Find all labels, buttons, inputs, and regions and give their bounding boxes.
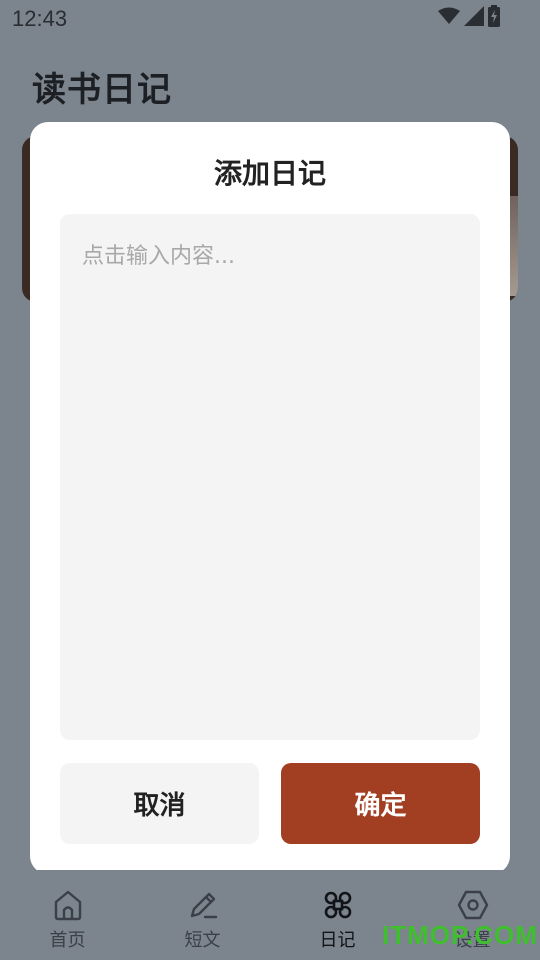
dialog-title: 添加日记 <box>213 157 326 190</box>
home-icon <box>51 888 85 922</box>
cancel-button[interactable]: 取消 <box>60 763 259 844</box>
nav-item-essay[interactable]: 短文 <box>135 870 270 960</box>
wifi-icon <box>438 7 460 29</box>
pencil-icon <box>186 888 220 922</box>
signal-icon <box>464 6 484 30</box>
add-diary-dialog: 添加日记 取消 确定 <box>30 122 510 874</box>
status-bar: 12:43 <box>0 0 540 36</box>
nav-item-home[interactable]: 首页 <box>0 870 135 960</box>
battery-icon <box>488 5 500 31</box>
nav-label-home: 首页 <box>49 930 86 951</box>
status-icons <box>438 5 500 31</box>
settings-icon <box>456 888 490 922</box>
watermark: ITMOP.COM <box>382 920 538 950</box>
confirm-button[interactable]: 确定 <box>281 763 480 844</box>
nav-label-diary: 日记 <box>319 930 356 951</box>
nav-label-essay: 短文 <box>184 930 221 951</box>
page-title: 读书日记 <box>32 70 172 110</box>
command-icon <box>321 888 355 922</box>
diary-content-input[interactable] <box>60 214 480 740</box>
status-time: 12:43 <box>12 6 68 31</box>
